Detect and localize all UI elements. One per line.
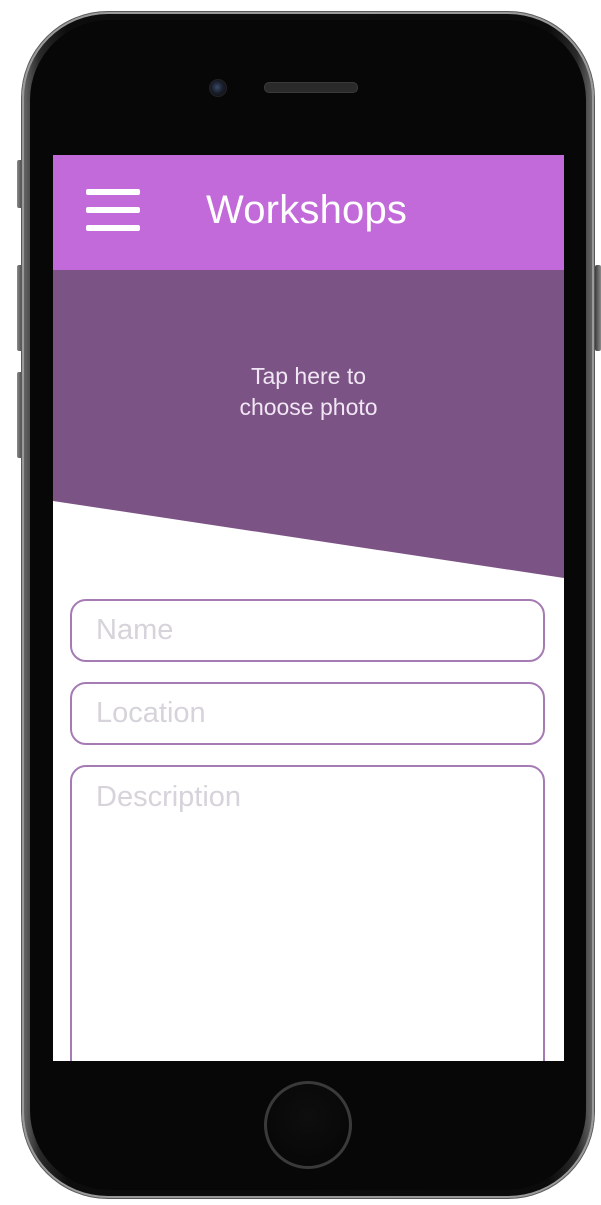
- choose-photo-label-line1: Tap here to: [250, 363, 367, 389]
- menu-bar: [86, 189, 140, 195]
- location-field[interactable]: [70, 682, 545, 745]
- menu-bar: [86, 225, 140, 231]
- page-title: Workshops: [206, 188, 408, 232]
- menu-bar: [86, 207, 140, 213]
- home-button-icon[interactable]: [264, 1081, 352, 1169]
- name-field[interactable]: [70, 599, 545, 662]
- photo-area-background: [53, 270, 564, 578]
- app-screen: Workshops Tap here to choose photo: [53, 155, 564, 1061]
- choose-photo-area[interactable]: Tap here to choose photo: [53, 270, 564, 578]
- earpiece-speaker-icon: [264, 82, 358, 93]
- front-camera-icon: [209, 79, 227, 97]
- power-button: [595, 265, 601, 351]
- description-field[interactable]: [70, 765, 545, 1061]
- hamburger-menu-icon[interactable]: [86, 189, 140, 233]
- app-header: Workshops: [53, 155, 564, 270]
- choose-photo-label-line2: choose photo: [239, 394, 378, 420]
- choose-photo-label: Tap here to choose photo: [53, 361, 564, 423]
